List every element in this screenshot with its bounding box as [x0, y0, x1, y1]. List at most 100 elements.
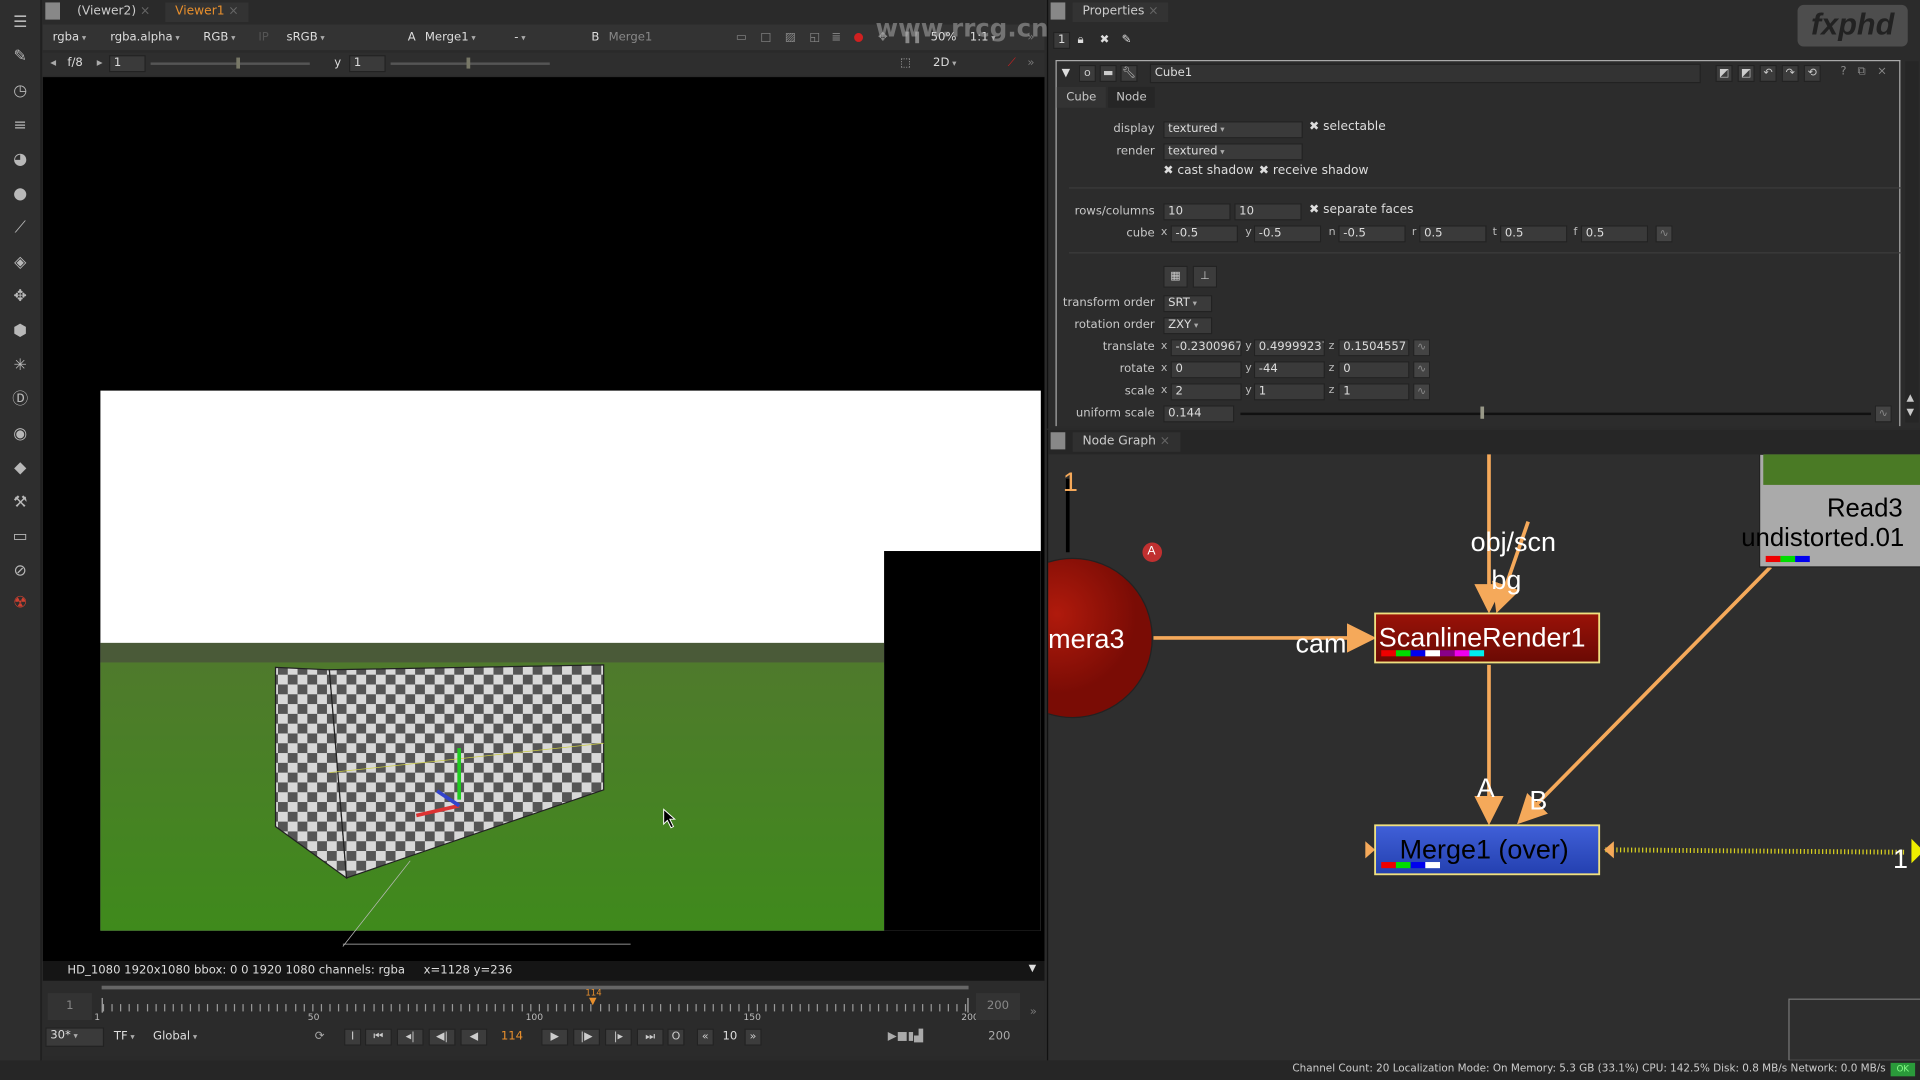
time-icon[interactable]: ◷ — [10, 81, 31, 102]
cube-n-field[interactable]: -0.5 — [1338, 225, 1406, 243]
channel-icon[interactable]: ≡ — [10, 115, 31, 136]
close-icon[interactable]: × — [1148, 5, 1158, 18]
gamma-slider[interactable] — [390, 57, 550, 69]
tab-cube[interactable]: Cube — [1056, 86, 1106, 108]
more-icon[interactable]: » — [1027, 54, 1034, 74]
edit-icon[interactable]: ✎ — [1122, 31, 1132, 51]
roi-icon[interactable]: ▭ — [736, 28, 747, 48]
axis-icon[interactable]: ⊥ — [1192, 265, 1218, 288]
scale-x-field[interactable]: 2 — [1170, 383, 1242, 401]
furnace-icon[interactable]: ⊘ — [10, 561, 31, 582]
navigator[interactable] — [1788, 998, 1920, 1061]
play-forward-button[interactable]: ▶ — [541, 1028, 569, 1046]
center-node-icon[interactable]: o — [1078, 64, 1096, 83]
channels-dropdown[interactable]: rgba — [53, 28, 87, 48]
node-name-field[interactable]: Cube1 — [1149, 63, 1701, 84]
roi-select-icon[interactable]: ⬚ — [900, 54, 911, 74]
close-icon[interactable]: × — [140, 5, 150, 18]
cube-x-field[interactable]: -0.5 — [1170, 225, 1238, 243]
selectable-checkbox[interactable]: ✖ selectable — [1309, 120, 1386, 133]
scope-dropdown[interactable]: Global — [153, 1027, 197, 1047]
transform-order-dropdown[interactable]: SRT — [1163, 295, 1213, 313]
cube-y-field[interactable]: -0.5 — [1253, 225, 1322, 243]
gamma-field[interactable]: 1 — [348, 55, 386, 73]
fps-dropdown[interactable]: 30* — [45, 1027, 105, 1047]
safe-area-icon[interactable]: □ — [760, 28, 771, 48]
animation-curve-icon[interactable]: ∿ — [1655, 225, 1673, 243]
view-mode-dropdown[interactable]: 2D — [933, 54, 994, 74]
gain-slider[interactable] — [150, 57, 310, 69]
step-back-button[interactable]: « — [696, 1028, 714, 1046]
timeline-end-right[interactable]: 200 — [988, 1027, 1010, 1047]
lines-icon[interactable]: ≣ — [831, 28, 841, 48]
close-panel-icon[interactable]: × — [1877, 62, 1887, 82]
animation-curve-icon[interactable]: ∿ — [1413, 361, 1431, 379]
lock-icon[interactable]: 🔒︎ — [1078, 31, 1084, 51]
deep-icon[interactable]: Ⓓ — [10, 389, 31, 410]
zebra-icon[interactable]: ▨ — [785, 28, 796, 48]
render-dropdown[interactable]: textured — [1163, 143, 1303, 161]
merge-icon[interactable]: ◈ — [10, 252, 31, 273]
play-backward-button[interactable]: ◀ — [460, 1028, 488, 1046]
viewer-node-icon[interactable]: ▬ — [1099, 64, 1117, 83]
color-2-button[interactable]: ◩ — [1737, 64, 1755, 83]
tab-viewer1[interactable]: Viewer1 × — [165, 2, 249, 23]
views-icon[interactable]: ◉ — [10, 424, 31, 445]
rotation-order-dropdown[interactable]: ZXY — [1163, 317, 1213, 335]
step-forward-button[interactable]: » — [744, 1028, 762, 1046]
in-point-button[interactable]: I — [344, 1028, 362, 1046]
overlay-icon[interactable]: ◱ — [809, 28, 820, 48]
display-dropdown[interactable]: textured — [1163, 121, 1303, 139]
3d-icon[interactable]: ⬢ — [10, 321, 31, 342]
rotate-y-field[interactable]: -44 — [1253, 361, 1325, 379]
scale-z-field[interactable]: 1 — [1338, 383, 1410, 401]
matrix-icon[interactable]: ▦ — [1163, 265, 1188, 288]
scale-y-field[interactable]: 1 — [1253, 383, 1325, 401]
flipbook-icon[interactable]: ▶■▮▟ — [888, 1027, 923, 1047]
cube-t-field[interactable]: 0.5 — [1500, 225, 1568, 243]
animation-curve-icon[interactable]: ∿ — [1413, 339, 1431, 357]
cube-r-field[interactable]: 0.5 — [1419, 225, 1487, 243]
close-icon[interactable]: × — [228, 5, 238, 18]
wipe-dropdown[interactable]: - — [514, 28, 581, 48]
panel-menu-icon[interactable] — [1050, 2, 1066, 20]
clear-panels-icon[interactable]: ✖ — [1100, 31, 1110, 51]
refresh-icon[interactable]: ● — [853, 28, 863, 48]
particles-icon[interactable]: ✳ — [10, 355, 31, 376]
b-input-dropdown[interactable]: Merge1 — [609, 28, 653, 48]
loop-icon[interactable]: ⟳ — [315, 1027, 325, 1047]
color-1-button[interactable]: ◩ — [1715, 64, 1733, 83]
receive-shadow-checkbox[interactable]: ✖ receive shadow — [1259, 164, 1369, 177]
a-input-dropdown[interactable]: Merge1 — [425, 28, 498, 48]
collapse-icon[interactable]: ▼ — [1062, 64, 1070, 84]
timeline-end[interactable]: 200 — [975, 993, 1021, 1021]
columns-field[interactable]: 10 — [1234, 203, 1302, 221]
cube-f-field[interactable]: 0.5 — [1580, 225, 1649, 243]
lut-dropdown[interactable]: sRGB — [287, 28, 354, 48]
panel-menu-icon[interactable] — [1050, 432, 1066, 450]
paint-icon[interactable]: ✎ — [10, 47, 31, 68]
revert-button[interactable]: ⟲ — [1803, 64, 1821, 83]
toolbar-menu-icon[interactable]: ☰ — [10, 12, 31, 33]
rows-field[interactable]: 10 — [1163, 203, 1231, 221]
toolsets-icon[interactable]: ⚒ — [10, 492, 31, 513]
paint-tool-icon[interactable]: ⟋ — [1008, 54, 1016, 74]
out-point-button[interactable]: O — [667, 1028, 685, 1046]
alpha-dropdown[interactable]: rgba.alpha — [110, 28, 179, 48]
cast-shadow-checkbox[interactable]: ✖ cast shadow — [1163, 164, 1253, 177]
translate-y-field[interactable]: 0.49999237 — [1253, 339, 1325, 357]
translate-x-field[interactable]: -0.2300967 — [1170, 339, 1242, 357]
tab-viewer2[interactable]: (Viewer2) × — [67, 2, 160, 22]
prev-increment-button[interactable]: ◀| — [428, 1028, 456, 1046]
animation-curve-icon[interactable]: ∿ — [1413, 383, 1431, 401]
rotate-z-field[interactable]: 0 — [1338, 361, 1410, 379]
gain-field[interactable]: 1 — [108, 55, 146, 73]
keyer-icon[interactable]: ⟋ — [10, 218, 31, 239]
next-frame-button[interactable]: |▶ — [573, 1028, 601, 1046]
filter-icon[interactable]: ● — [10, 184, 31, 205]
timeline-start[interactable]: 1 — [47, 993, 92, 1021]
undo-button[interactable]: ↶ — [1759, 64, 1777, 83]
tab-properties[interactable]: Properties × — [1072, 2, 1169, 23]
translate-z-field[interactable]: 0.1504557 — [1338, 339, 1410, 357]
other-icon[interactable]: ▭ — [10, 527, 31, 548]
